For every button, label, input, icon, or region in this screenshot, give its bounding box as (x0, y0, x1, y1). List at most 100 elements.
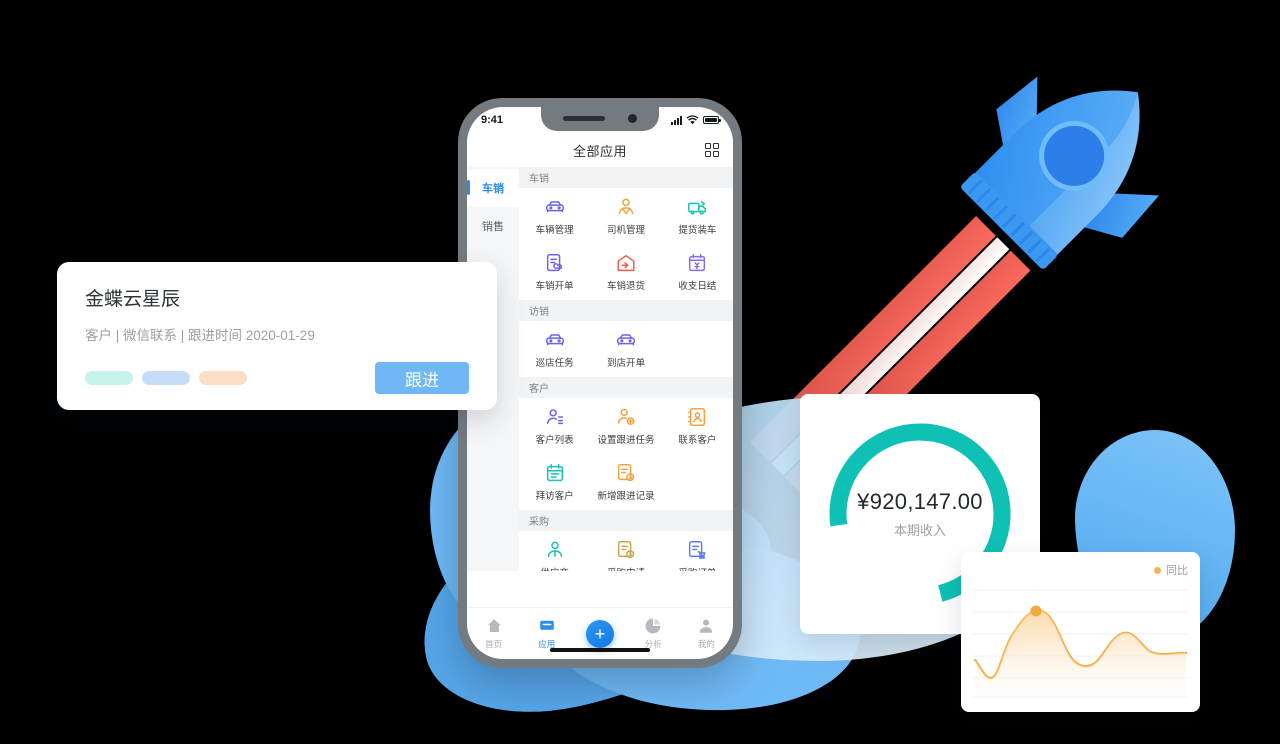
app-grid: 车辆管理 司机管理 提货装车 车销开单 车销退货 收支日结 (519, 188, 733, 300)
revenue-caption: 本期收入 (893, 523, 946, 538)
app-tile-label: 设置跟进任务 (597, 435, 655, 446)
revenue-amount: ¥920,147.00 (857, 489, 983, 514)
section-header: 客户 (519, 377, 733, 398)
legend-color-swatch (1154, 566, 1161, 574)
tab-analysis[interactable]: 分析 (627, 617, 680, 650)
section-header: 车销 (519, 167, 733, 188)
tab-home[interactable]: 首页 (467, 617, 520, 650)
app-grid: 巡店任务 到店开单 (519, 321, 733, 377)
tab-add-fab[interactable]: + (573, 619, 626, 648)
app-tile-label: 巡店任务 (535, 358, 574, 369)
add-followup-record-icon (617, 464, 635, 482)
trend-line-card: 同比 (961, 552, 1200, 712)
app-tile-shezhigenjinrenwu[interactable]: 设置跟进任务 (590, 398, 661, 454)
person-add-task-icon (617, 408, 635, 425)
app-header: 全部应用 (467, 133, 733, 167)
purchase-order-cart-icon (689, 541, 706, 559)
donut-center-label: ¥920,147.00 本期收入 (857, 489, 983, 539)
follow-up-button[interactable]: 跟进 (375, 362, 469, 394)
tab-profile[interactable]: 我的 (680, 617, 733, 650)
app-tile-tihuozhuangche[interactable]: 提货装车 (662, 188, 733, 244)
person-icon (700, 619, 713, 633)
app-tile-label: 车辆管理 (535, 225, 574, 236)
section-title: 车销 (529, 174, 549, 185)
wifi-icon (686, 115, 699, 125)
lead-tag-pill (142, 371, 190, 385)
app-tile-label: 车销退货 (606, 281, 645, 292)
area-chart (973, 589, 1188, 698)
home-icon (487, 619, 501, 632)
grid-view-icon[interactable] (705, 143, 719, 157)
app-tile-chexiaotuihuo[interactable]: 车销退货 (590, 244, 661, 300)
app-tile-label: 新增跟进记录 (597, 491, 655, 502)
app-tile-xinzenggenjinjilu[interactable]: 新增跟进记录 (590, 454, 661, 510)
section-header: 采购 (519, 510, 733, 531)
phone-mockup: 9:41 全部应用 车销 销售 车销 车辆管理 司机管理 提货装车 车销开单 车… (458, 98, 742, 668)
app-tile-cheliangguanli[interactable]: 车辆管理 (519, 188, 590, 244)
tab-apps[interactable]: 应用 (520, 617, 573, 650)
phone-screen: 9:41 全部应用 车销 销售 车销 车辆管理 司机管理 提货装车 车销开单 车… (467, 107, 733, 659)
tab-label: 首页 (485, 639, 503, 649)
app-tile-label: 收支日结 (678, 281, 717, 292)
app-tile-label: 提货装车 (678, 225, 717, 236)
scene-canvas: 9:41 全部应用 车销 销售 车销 车辆管理 司机管理 提货装车 车销开单 车… (0, 0, 1280, 744)
contact-card-icon (688, 408, 706, 426)
car-icon (617, 334, 635, 346)
app-tile-daodiankaidan[interactable]: 到店开单 (590, 321, 661, 377)
app-tile-shouzhirijie[interactable]: 收支日结 (662, 244, 733, 300)
car-icon (545, 334, 564, 346)
truck-load-icon (688, 200, 707, 215)
chart-area-fill (975, 610, 1186, 697)
page-title: 全部应用 (572, 143, 627, 159)
status-time: 9:41 (481, 114, 504, 126)
app-list-scroll[interactable]: 车销 车辆管理 司机管理 提货装车 车销开单 车销退货 收支日结 访销 巡店任务… (519, 167, 733, 571)
calendar-yuan-icon (689, 254, 706, 272)
app-tile-kehuliebiao[interactable]: 客户列表 (519, 398, 590, 454)
front-camera (628, 114, 637, 123)
customer-list-icon (546, 409, 563, 425)
app-tile-chexiaokaidan[interactable]: 车销开单 (519, 244, 590, 300)
chart-legend: 同比 (973, 562, 1188, 578)
app-tile-lianxikehu[interactable]: 联系客户 (662, 398, 733, 454)
sidebar-item-chexiao[interactable]: 车销 (467, 169, 519, 207)
app-tile-label: 供应商 (540, 565, 569, 571)
app-tile-caigoudingdan[interactable]: 采购订单 (662, 531, 733, 571)
warehouse-return-icon (617, 254, 635, 272)
app-tile-label: 拜访客户 (535, 491, 574, 502)
app-grid-empty-cell (662, 321, 733, 377)
phone-notch (541, 107, 659, 131)
app-tile-label: 联系客户 (678, 435, 717, 446)
tab-label: 我的 (697, 639, 715, 649)
plus-fab-icon[interactable]: + (586, 619, 614, 648)
chart-highlight-point[interactable] (1030, 605, 1042, 617)
app-tile-baifangkehu[interactable]: 拜访客户 (519, 454, 590, 510)
app-grid: 客户列表 设置跟进任务 联系客户 拜访客户 新增跟进记录 (519, 398, 733, 510)
app-tile-sijiguanli[interactable]: 司机管理 (590, 188, 661, 244)
section-header: 访销 (519, 300, 733, 321)
purchase-request-icon (617, 541, 635, 559)
driver-person-icon (618, 198, 634, 215)
sidebar-item-xiaoshou[interactable]: 销售 (467, 207, 519, 245)
app-tile-label: 采购申请 (607, 565, 645, 571)
car-icon (545, 201, 564, 213)
pie-chart-icon (645, 618, 661, 634)
lead-meta: 客户 | 微信联系 | 跟进时间 2020-01-29 (85, 328, 315, 343)
cellular-bars-icon (671, 115, 682, 125)
app-tile-gongyingshang[interactable]: 供应商 (519, 531, 590, 571)
sidebar-item-label: 车销 (482, 183, 504, 195)
app-grid-empty-cell (662, 454, 733, 510)
lead-followup-card: 金蝶云星辰 客户 | 微信联系 | 跟进时间 2020-01-29 跟进 (57, 262, 497, 410)
lead-title: 金蝶云星辰 (85, 289, 181, 310)
app-tile-xundianrenwu[interactable]: 巡店任务 (519, 321, 590, 377)
visit-calendar-icon (546, 464, 563, 482)
invoice-cloud-icon (546, 254, 562, 272)
legend-label: 同比 (1166, 565, 1188, 577)
app-tile-label: 采购订单 (678, 565, 716, 571)
earpiece-speaker (563, 116, 605, 121)
section-title: 访销 (529, 307, 549, 318)
app-tile-caigoushenqing[interactable]: 采购申请 (590, 531, 661, 571)
lead-tag-pill (199, 371, 247, 385)
sidebar-item-label: 销售 (482, 221, 504, 233)
app-tile-label: 到店开单 (606, 358, 645, 369)
supplier-person-icon (547, 541, 562, 558)
